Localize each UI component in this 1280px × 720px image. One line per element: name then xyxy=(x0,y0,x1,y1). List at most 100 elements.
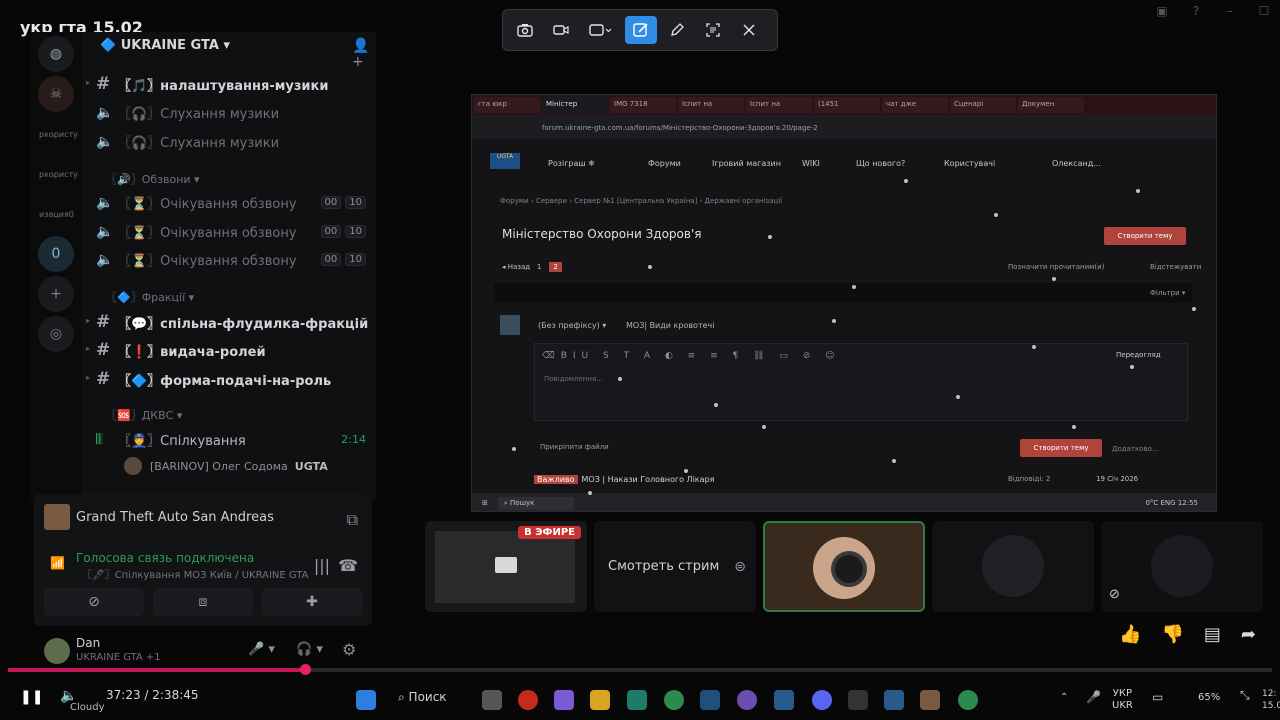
screenshot-icon[interactable] xyxy=(509,16,541,44)
create-topic-button[interactable]: Створити тему xyxy=(1104,227,1186,245)
participant-tile-live[interactable]: В ЭФИРЕ xyxy=(425,521,587,612)
category-calls[interactable]: 〖🔊〗Обзвони ▾ xyxy=(106,171,200,187)
notification-icon[interactable]: ▣ xyxy=(1154,4,1170,20)
browser-tab[interactable]: Докумен xyxy=(1018,97,1084,113)
activities-button[interactable]: ✚ xyxy=(262,588,362,616)
channel-item[interactable]: 🔈 〖⏳〗Очікування обзвону 00 10 xyxy=(96,222,366,241)
fullscreen-exit-icon[interactable]: ⤡ xyxy=(1240,688,1250,703)
voice-member[interactable]: [BARINOV] Олег Содома UGTA xyxy=(124,457,328,475)
voice-status[interactable]: Голосова связь подключена xyxy=(76,551,254,565)
disconnect-icon[interactable]: ☎ xyxy=(338,556,358,575)
comments-icon[interactable]: ▤ xyxy=(1204,624,1221,645)
editor-toolbar[interactable]: ⌫BIU S T A ◐ ≡ ≡ ¶ ⛓ ▭ ⊘ ☺ xyxy=(542,351,841,361)
browser-tab[interactable]: Сценарі xyxy=(950,97,1016,113)
nav-item[interactable]: Форуми xyxy=(648,159,681,168)
help-icon[interactable]: ? xyxy=(1188,4,1204,20)
browser-tab[interactable]: Іспит на xyxy=(746,97,812,113)
record-icon[interactable] xyxy=(545,16,577,44)
browser-tab[interactable]: (1451 xyxy=(814,97,880,113)
browser-tab[interactable]: чат дже xyxy=(882,97,948,113)
browser-tab[interactable]: Іспит на xyxy=(678,97,744,113)
add-server-icon[interactable]: + xyxy=(38,276,74,312)
breadcrumb[interactable]: Форуми › Сервери › Сервер №1 [Центральна… xyxy=(500,197,782,205)
progress-handle[interactable] xyxy=(300,664,312,675)
nav-item[interactable]: Розіграш ❄ xyxy=(548,159,595,168)
language-indicator[interactable]: УКР UKR xyxy=(1112,688,1133,712)
pen-icon[interactable] xyxy=(661,16,693,44)
battery-level[interactable]: 65% xyxy=(1198,692,1220,703)
tray-mic-icon[interactable]: 🎤 xyxy=(1086,690,1101,704)
like-icon[interactable]: 👍 xyxy=(1119,624,1141,645)
taskbar-clock[interactable]: 12: 15.02.20 xyxy=(1262,688,1280,712)
discord-home-icon[interactable]: ◍ xyxy=(38,36,74,72)
browser-tab[interactable]: Міністер xyxy=(542,97,608,113)
participant-tile[interactable]: ⊘ xyxy=(1101,521,1263,612)
copilot-icon[interactable] xyxy=(554,690,574,710)
create-topic-button[interactable]: Створити тему xyxy=(1020,439,1102,457)
noise-suppression-icon[interactable]: ||| xyxy=(314,556,330,575)
voice-channel[interactable]: 〖🖋〗Спілкування МОЗ Київ / UKRAINE GTA xyxy=(82,566,308,581)
screen-share-icon[interactable]: ⧉ xyxy=(347,510,358,530)
server-icon-selected[interactable]: 0 xyxy=(38,236,74,272)
mark-read-link[interactable]: Позначити прочитаним(и) xyxy=(1008,263,1104,271)
nav-item[interactable]: WIKI xyxy=(802,159,820,168)
channel-item[interactable]: # 〖❗〗видача-ролей xyxy=(96,340,266,360)
participant-tile[interactable]: Смотреть стрим ⊜ xyxy=(594,521,756,612)
channel-item[interactable]: 𝄃𝄃 〖👮〗Спілкування 2:14 xyxy=(96,430,366,450)
app-icon[interactable] xyxy=(627,690,647,710)
topic-row[interactable]: Важливо МОЗ | Накази Головного Лікаря xyxy=(534,475,714,484)
browser-tab[interactable]: IMG 7318 xyxy=(610,97,676,113)
weather-label[interactable]: Cloudy xyxy=(70,702,104,713)
subject-field[interactable]: МОЗ| Види кровотечі xyxy=(626,321,714,330)
server-icon[interactable]: ☠ xyxy=(38,76,74,112)
channel-item[interactable]: # 〖🔷〗форма-подачі-на-роль xyxy=(96,369,331,389)
url-text[interactable]: forum.ukraine-gta.com.ua/forums/Міністер… xyxy=(542,124,818,132)
tray-chevron-icon[interactable]: ⌃ xyxy=(1060,692,1068,703)
viber-icon[interactable] xyxy=(737,690,757,710)
share-icon[interactable]: ➦ xyxy=(1241,624,1256,645)
app-icon[interactable] xyxy=(884,690,904,710)
video-off-icon[interactable]: ⊘ xyxy=(1109,587,1120,602)
nav-item[interactable]: Що нового? xyxy=(856,159,905,168)
minimize-icon[interactable]: – xyxy=(1222,4,1238,20)
chrome-icon[interactable] xyxy=(664,690,684,710)
participant-tile[interactable] xyxy=(932,521,1094,612)
dislike-icon[interactable]: 👎 xyxy=(1161,624,1183,645)
browser-tab[interactable]: гта юкр xyxy=(474,97,540,113)
task-view-icon[interactable] xyxy=(482,690,502,710)
app-icon[interactable] xyxy=(848,690,868,710)
back-link[interactable]: ◂ Назад xyxy=(502,263,530,271)
discord-icon[interactable] xyxy=(812,690,832,710)
attach-files-link[interactable]: Прикріпити файли xyxy=(540,443,609,451)
youtube-icon[interactable] xyxy=(518,690,538,710)
category-factions[interactable]: 〖🔷〗Фракції ▾ xyxy=(106,289,194,305)
mic-icon[interactable]: 🎤 ▾ xyxy=(248,642,275,657)
prefix-select[interactable]: (Без префіксу) ▾ xyxy=(538,321,606,330)
steam-icon[interactable] xyxy=(700,690,720,710)
channel-item[interactable]: 🔈 〖🎧〗Слухання музики xyxy=(96,132,279,152)
extra-options-link[interactable]: Додатково... xyxy=(1112,445,1159,453)
nav-item[interactable]: Ігровий магазин xyxy=(712,159,781,168)
nav-item[interactable]: Користувачі xyxy=(944,159,995,168)
close-icon[interactable] xyxy=(733,16,765,44)
app-icon[interactable] xyxy=(774,690,794,710)
page-current[interactable]: 2 xyxy=(549,262,562,272)
filters-button[interactable]: Фільтри ▾ xyxy=(1150,289,1185,297)
server-name[interactable]: 🔷 UKRAINE GTA ▾ xyxy=(100,38,230,53)
follow-link[interactable]: Відстежувати xyxy=(1150,263,1201,271)
channel-item[interactable]: # 〖💬〗спільна-флудилка-фракцій xyxy=(96,312,368,332)
preview-button[interactable]: Передогляд xyxy=(1116,351,1161,359)
maximize-icon[interactable]: ☐ xyxy=(1256,4,1272,20)
share-screen-button[interactable]: ⧈ xyxy=(153,588,253,616)
channel-item[interactable]: 🔈 〖⏳〗Очікування обзвону 00 10 xyxy=(96,193,366,212)
pause-icon[interactable]: ❚❚ xyxy=(20,689,43,705)
site-logo[interactable]: UGTA xyxy=(490,153,520,169)
headphones-icon[interactable]: 🎧 ▾ xyxy=(296,642,323,657)
user-name[interactable]: Dan xyxy=(76,636,100,650)
chrome-icon[interactable] xyxy=(958,690,978,710)
taskbar-search[interactable]: ⌕ Поиск xyxy=(398,690,447,705)
channel-item[interactable]: # 〖🎵〗налаштування-музики xyxy=(96,74,328,94)
region-icon[interactable] xyxy=(581,16,621,44)
stream-preview-icon[interactable]: ⊜ xyxy=(734,559,746,575)
text-select-icon[interactable] xyxy=(697,16,729,44)
